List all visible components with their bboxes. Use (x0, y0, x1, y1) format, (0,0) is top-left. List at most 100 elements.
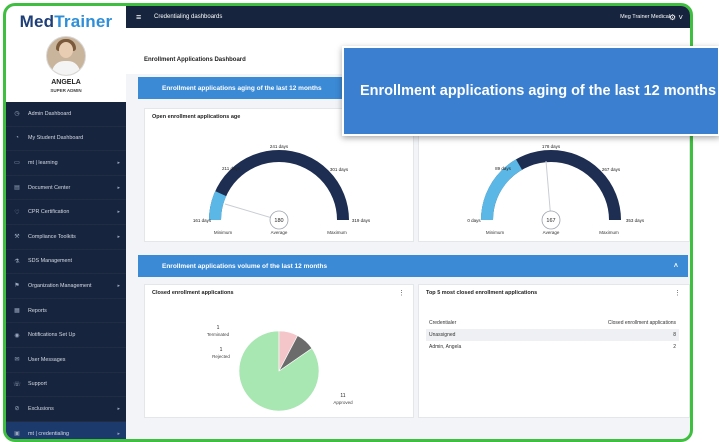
pie-approved-label: Approved (333, 400, 353, 405)
hamburger-menu-icon[interactable]: ≡ (136, 12, 146, 22)
brand-area: MedTrainer ANGELA SUPER ADMIN (6, 6, 126, 102)
page-title: Enrollment Applications Dashboard (144, 57, 246, 63)
sidebar-item-label: Exclusions (28, 405, 54, 412)
gauge-left-mid: 241 days (270, 144, 289, 149)
pie-terminated-label: Terminated (207, 332, 230, 337)
document-icon: ▤ (14, 185, 20, 192)
sidebar-item-notifications-set-up[interactable]: ◉ Notifications Set Up (6, 323, 126, 348)
logo[interactable]: MedTrainer (6, 6, 126, 32)
sidebar-item-label: CPR Certification (28, 209, 70, 216)
logo-text-main: Med (19, 12, 55, 31)
sidebar-nav: ◷ Admin Dashboard ◔ My Student Dashboard ▭ mt… (6, 102, 126, 439)
top5-table: Credentialer Closed enrollment applicati… (426, 317, 679, 353)
sidebar-item-label: Support (28, 381, 47, 388)
pie-approved-count: 11 (340, 393, 345, 399)
chevron-right-icon: ▸ (117, 430, 120, 437)
sidebar-item-document-center[interactable]: ▤ Document Center ▸ (6, 176, 126, 201)
gauge-right-q1: 89 days (495, 166, 512, 171)
credential-icon: ▣ (14, 431, 20, 438)
chevron-right-icon: ▸ (117, 405, 120, 412)
gear-icon[interactable]: ⚙ ˅ (669, 13, 683, 22)
exclusions-icon: ⊘ (14, 406, 20, 413)
callout-text: Enrollment applications aging of the las… (360, 83, 717, 99)
sidebar-item-label: Admin Dashboard (28, 110, 72, 117)
gauge-right-value: 167 (546, 218, 555, 224)
support-icon: ☏ (13, 381, 21, 388)
sidebar-item-cpr-certification[interactable]: ♡ CPR Certification ▸ (6, 200, 126, 225)
sidebar-item-organization-management[interactable]: ⚑ Organization Management ▸ (6, 274, 126, 299)
sidebar-item-label: Reports (28, 307, 47, 314)
gauge-right-lbl-avg: Average (543, 230, 560, 235)
row-name: Unassigned (429, 332, 456, 338)
pie-svg: 1 Terminated 1 Rejected 11 Approved (207, 325, 353, 412)
sidebar-item-compliance-toolkits[interactable]: ⚒ Compliance Toolkits ▸ (6, 225, 126, 250)
pie-slices (238, 330, 320, 412)
gauge-right-mid: 178 days (542, 144, 561, 149)
top5-card: Top 5 most closed enrollment application… (418, 284, 690, 418)
user-name: ANGELA (51, 79, 81, 86)
sidebar-item-exclusions[interactable]: ⊘ Exclusions ▸ (6, 397, 126, 422)
pie-card: Closed enrollment applications ⋮ 1 Termi… (144, 284, 414, 418)
sidebar-item-label: My Student Dashboard (28, 135, 84, 142)
band-aging-label: Enrollment applications aging of the las… (162, 84, 322, 92)
pie-terminated-count: 1 (217, 325, 220, 331)
gauge-left-lbl-min: Minimum (214, 230, 233, 235)
table-row[interactable]: Admin, Angela 2 (426, 341, 679, 353)
gauge-left-lbl-avg: Average (271, 230, 288, 235)
gauge-left-max: 319 days (352, 218, 371, 223)
flask-icon: ⚗ (14, 258, 20, 265)
sidebar-item-user-messages[interactable]: ✉ User Messages (6, 348, 126, 373)
gauge-left-q3: 301 days (330, 167, 349, 172)
gauge-right-arc-light (481, 159, 523, 221)
chevron-right-icon: ▸ (117, 184, 120, 191)
org-icon: ⚑ (14, 283, 20, 290)
gauge-right-lbl-min: Minimum (486, 230, 505, 235)
chevron-right-icon: ▸ (117, 209, 120, 216)
band-volume-label: Enrollment applications volume of the la… (162, 262, 328, 270)
gauge-right-q3: 267 days (602, 167, 621, 172)
top5-kebab-menu-icon[interactable]: ⋮ (674, 289, 681, 297)
sidebar: MedTrainer ANGELA SUPER ADMIN ◷ Admin Das… (6, 6, 126, 439)
table-row[interactable]: Unassigned 8 (426, 329, 679, 341)
laptop-icon: ▭ (14, 160, 20, 167)
sidebar-item-label: Document Center (28, 184, 71, 191)
sidebar-item-sds-management[interactable]: ⚗ SDS Management (6, 250, 126, 275)
sidebar-item-label: Compliance Toolkits (28, 233, 76, 240)
row-count: 8 (673, 332, 676, 338)
dashboard-icon: ◷ (14, 111, 20, 118)
sidebar-item-label: Organization Management (28, 282, 92, 289)
message-icon: ✉ (14, 357, 20, 364)
col-closed-count: Closed enrollment applications (607, 320, 676, 326)
gauge-right-min: 0 days (467, 218, 481, 223)
gauge-right-lbl-max: Maximum (599, 230, 619, 235)
sidebar-item-admin-dashboard[interactable]: ◷ Admin Dashboard (6, 102, 126, 127)
org-name[interactable]: Meg Trainer Medical (620, 14, 670, 20)
sidebar-item-label: Notifications Set Up (28, 332, 76, 339)
section-band-volume[interactable]: Enrollment applications volume of the la… (138, 255, 688, 277)
topbar-title: Credentialing dashboards (154, 14, 223, 20)
reports-icon: ▦ (14, 308, 20, 315)
sidebar-item-mt-learning[interactable]: ▭ mt | learning ▸ (6, 151, 126, 176)
sidebar-item-support[interactable]: ☏ Support (6, 373, 126, 398)
sidebar-item-label: SDS Management (28, 258, 73, 265)
chevron-right-icon: ▸ (117, 159, 120, 166)
gauge-left-value: 180 (274, 218, 283, 224)
wrench-icon: ⚒ (14, 234, 20, 241)
gauge-left-lbl-max: Maximum (327, 230, 347, 235)
col-credentialer: Credentialer (429, 320, 457, 326)
gauge-right-max: 353 days (626, 218, 645, 223)
avatar[interactable] (46, 36, 86, 76)
sidebar-item-my-student-dashboard[interactable]: ◔ My Student Dashboard (6, 127, 126, 152)
top5-title: Top 5 most closed enrollment application… (426, 290, 538, 296)
user-role: SUPER ADMIN (50, 88, 82, 93)
logo-text-accent: Trainer (54, 12, 113, 31)
topbar: ≡ Credentialing dashboards Meg Trainer M… (126, 6, 690, 28)
collapse-chevron-icon[interactable]: ˄ (674, 263, 678, 270)
table-header: Credentialer Closed enrollment applicati… (426, 317, 679, 329)
gauge-left-q1: 211 days (222, 166, 241, 171)
row-count: 2 (673, 344, 676, 350)
bell-icon: ◉ (14, 332, 20, 339)
pie-rejected-label: Rejected (212, 354, 230, 359)
sidebar-item-reports[interactable]: ▦ Reports (6, 299, 126, 324)
sidebar-item-label: User Messages (28, 356, 66, 363)
